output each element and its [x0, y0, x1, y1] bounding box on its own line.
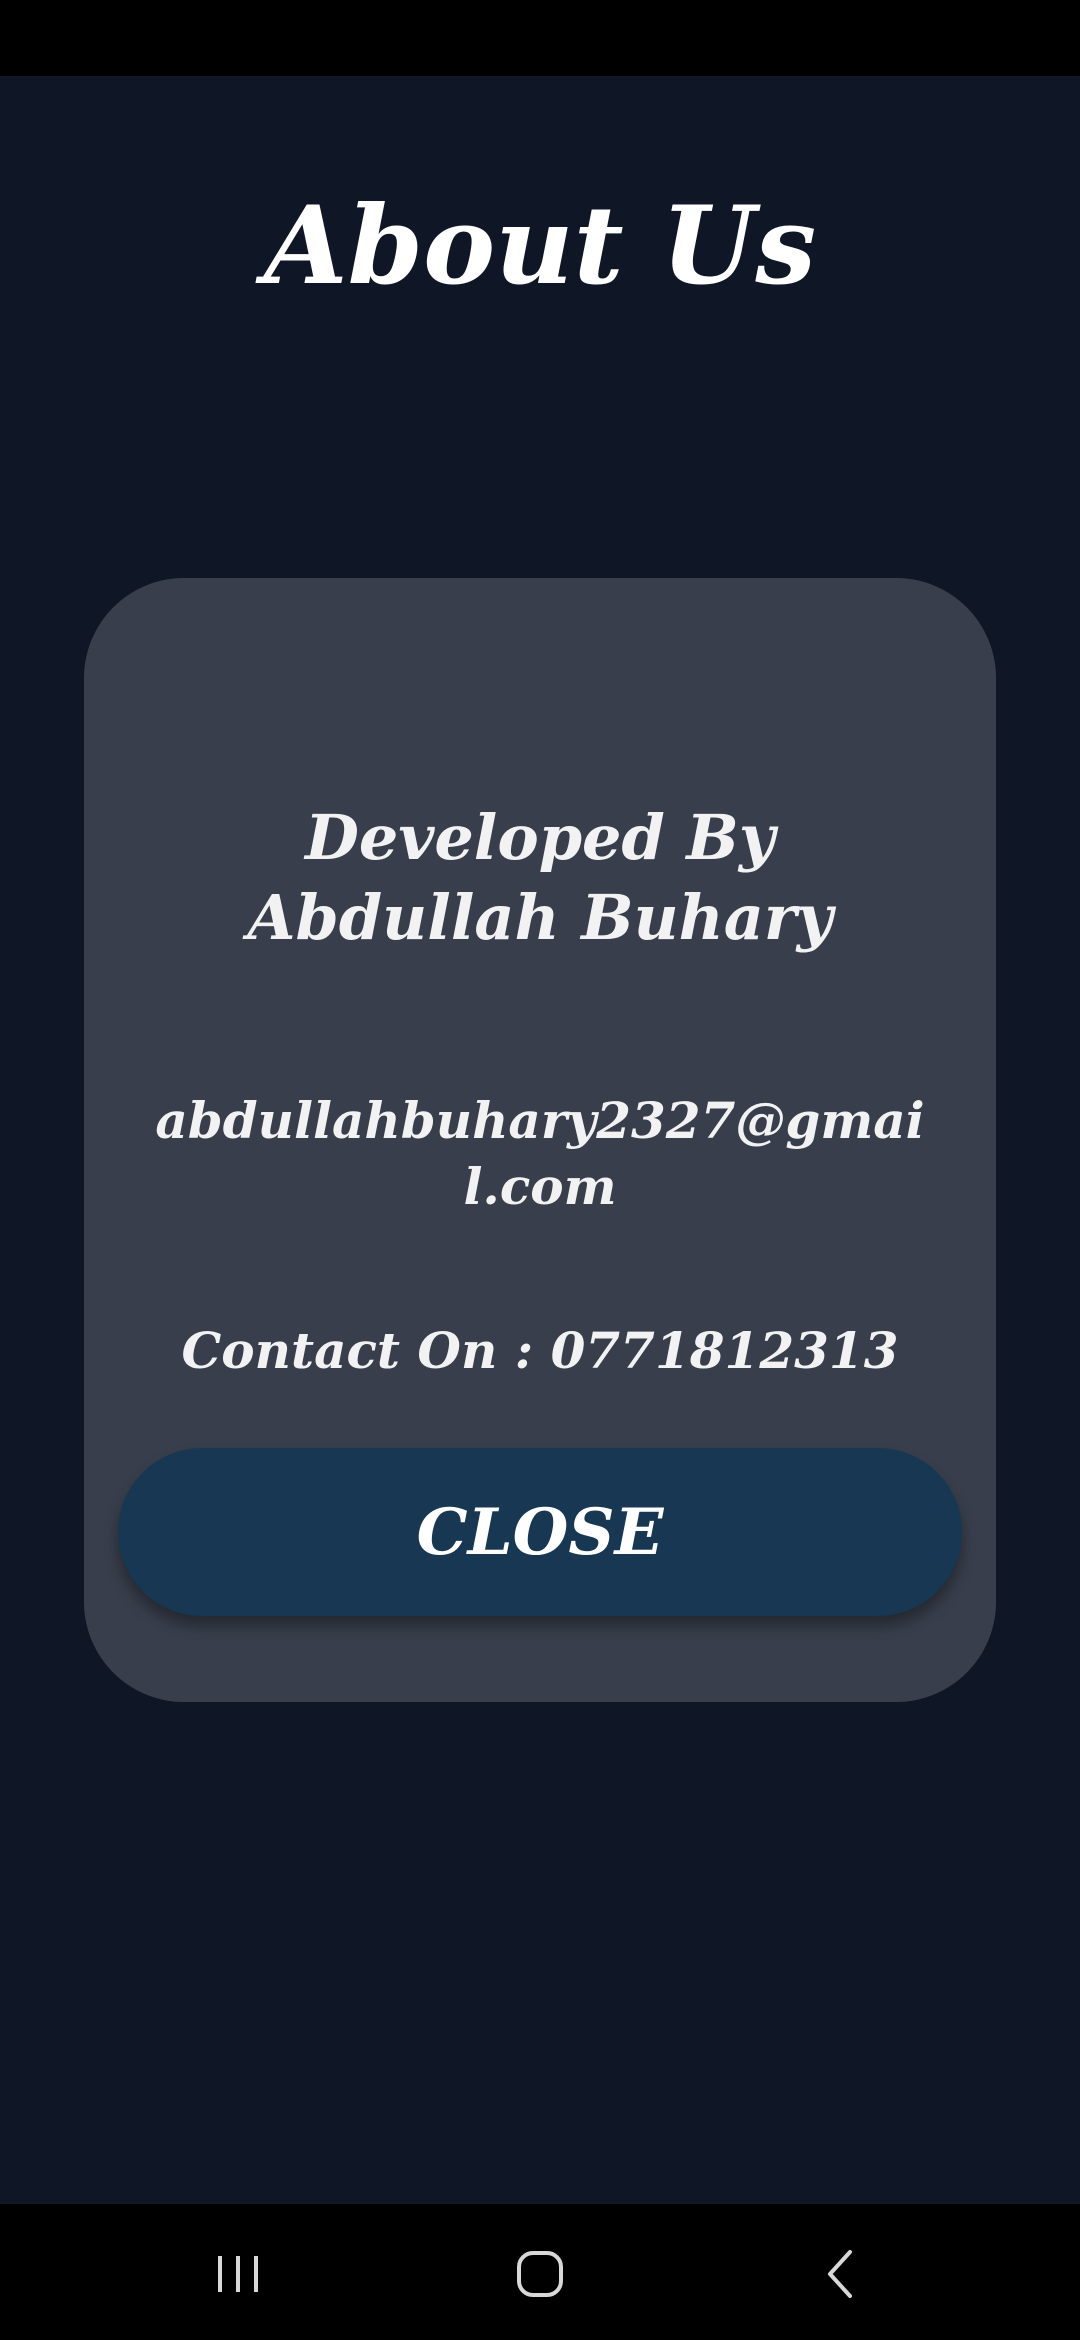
- recent-apps-icon: [218, 2256, 258, 2292]
- navigation-bar: [0, 2204, 1080, 2340]
- back-icon: [828, 2250, 852, 2298]
- email-text: abdullahbuhary2327@gmail.com: [155, 1091, 925, 1216]
- home-button[interactable]: [460, 2224, 620, 2324]
- close-button[interactable]: CLOSE: [118, 1448, 962, 1616]
- page-title: About Us: [263, 183, 817, 309]
- contact-text: Contact On : 0771812313: [181, 1321, 899, 1380]
- back-button[interactable]: [762, 2224, 922, 2324]
- status-bar: [0, 0, 1080, 76]
- about-card: Developed By Abdullah Buhary abdullahbuh…: [84, 578, 996, 1702]
- recent-apps-button[interactable]: [158, 2224, 318, 2324]
- home-icon: [517, 2251, 563, 2297]
- about-screen: About Us Developed By Abdullah Buhary ab…: [0, 76, 1080, 2204]
- developer-text: Developed By Abdullah Buhary: [247, 801, 833, 954]
